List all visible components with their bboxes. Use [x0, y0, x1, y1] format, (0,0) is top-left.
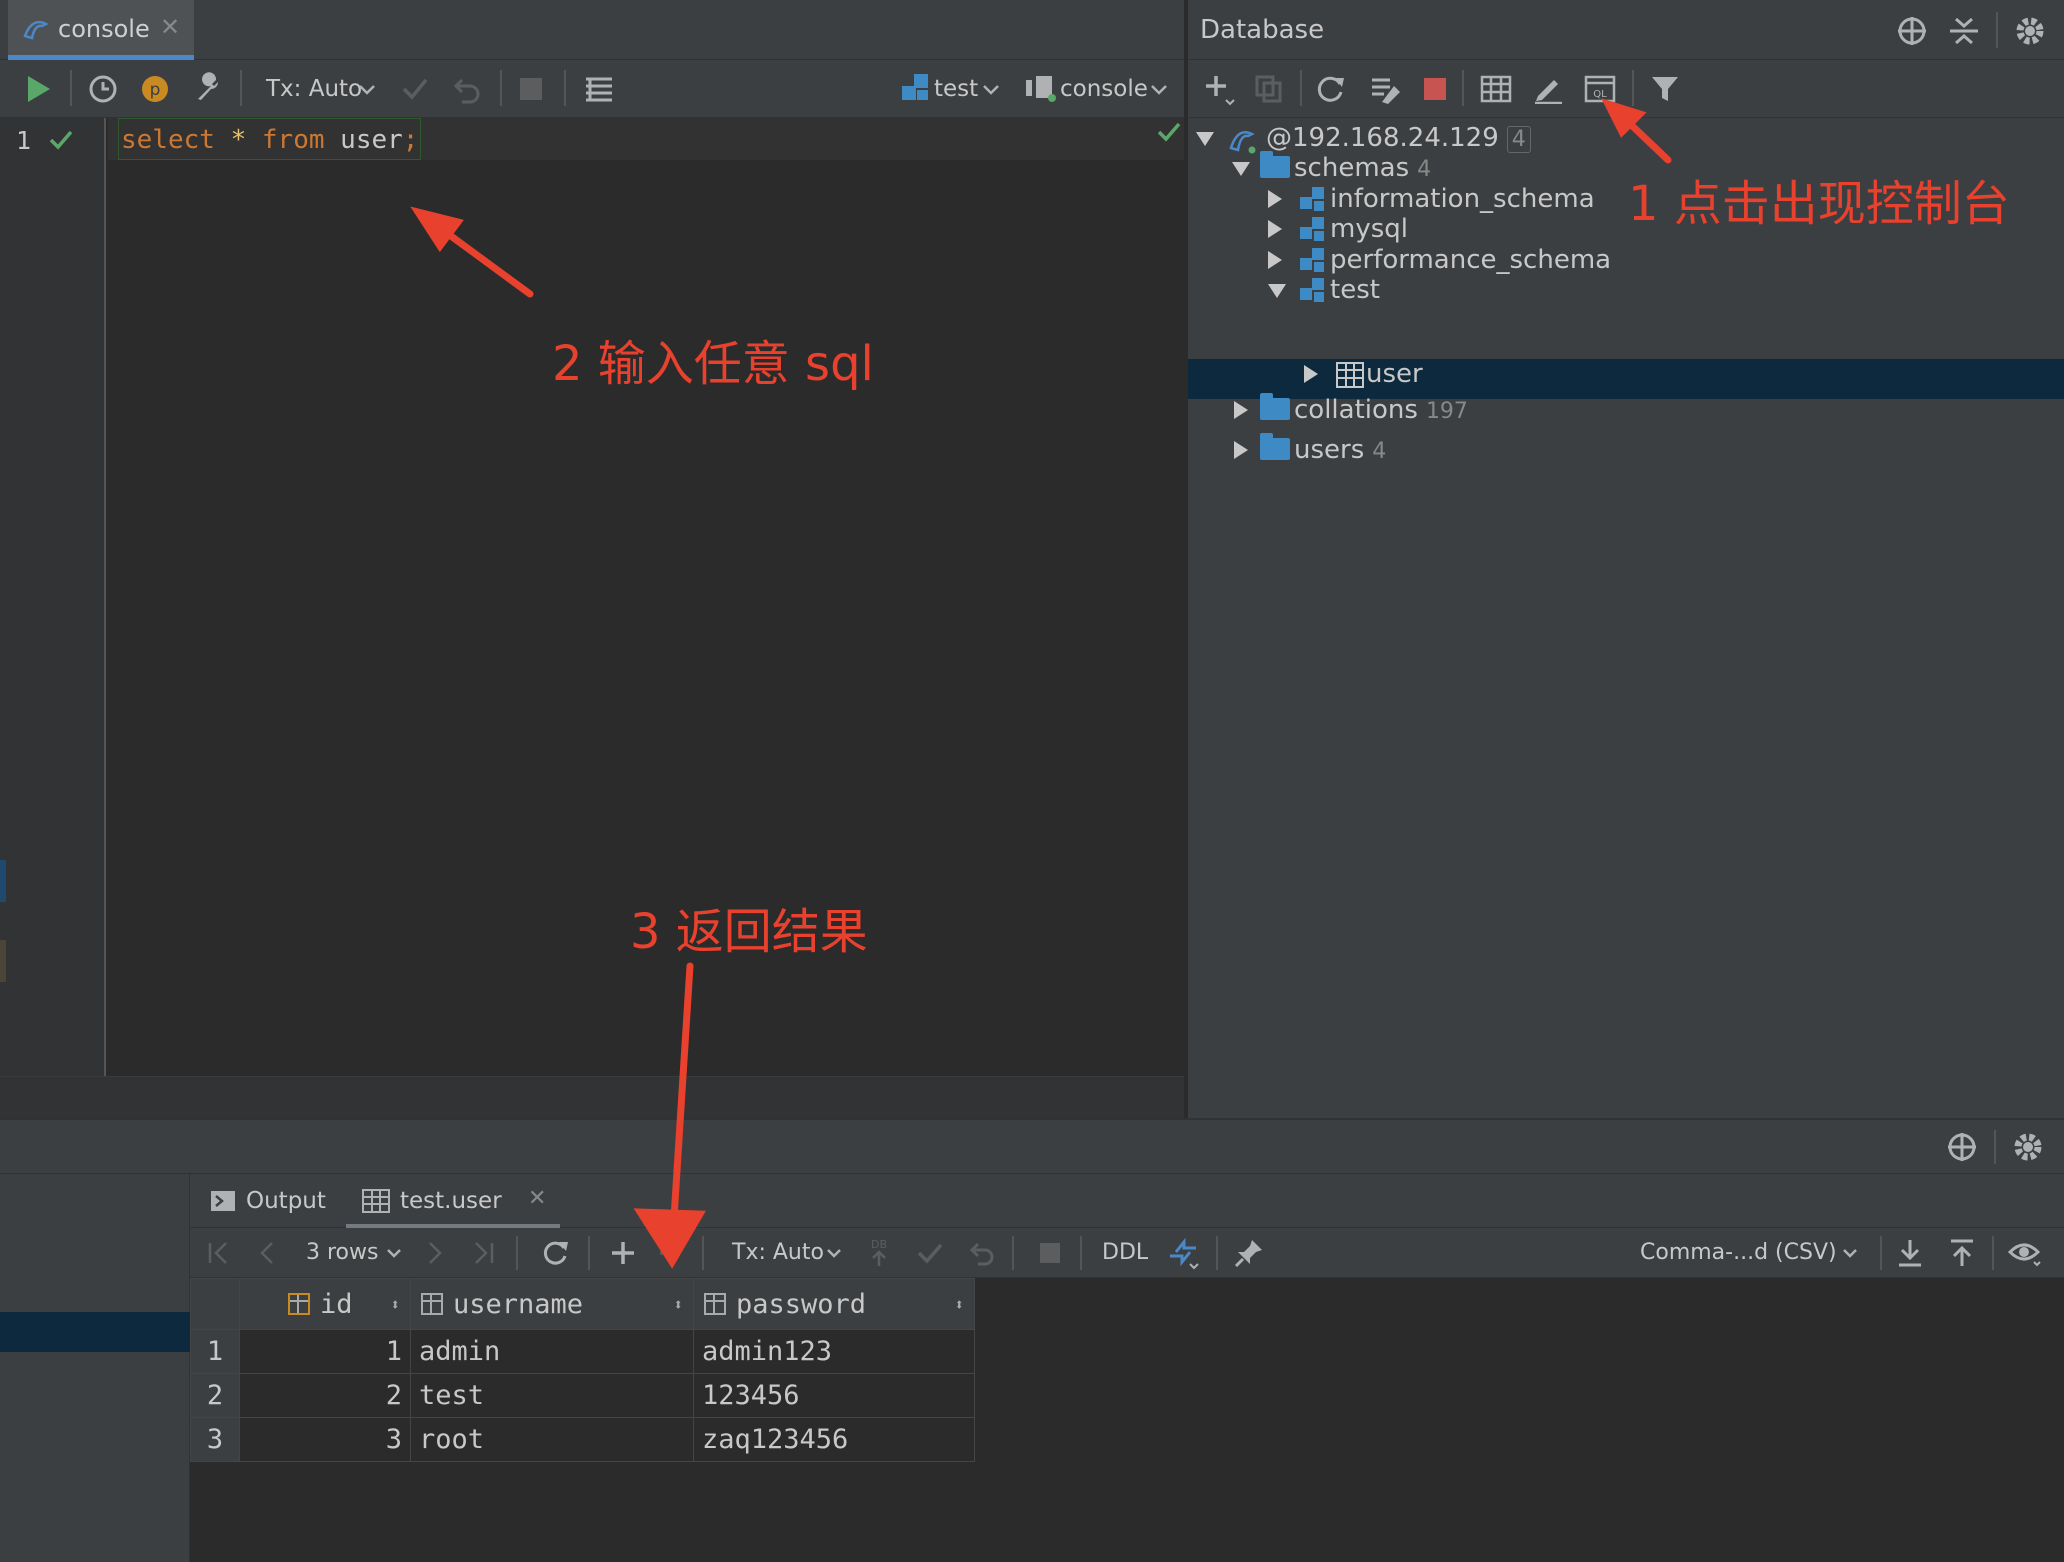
- annotation-step-2: 2 输入任意 sql: [552, 336, 874, 392]
- annotation-step-3: 3 返回结果: [630, 904, 868, 960]
- annotation-arrows: [410, 98, 1672, 1269]
- annotation-arrow-3: [670, 962, 694, 1222]
- annotation-step-1: 1 点击出现控制台: [1628, 176, 2010, 232]
- annotation-arrow-2: [436, 224, 534, 298]
- annotation-arrowhead-3: [633, 1208, 706, 1269]
